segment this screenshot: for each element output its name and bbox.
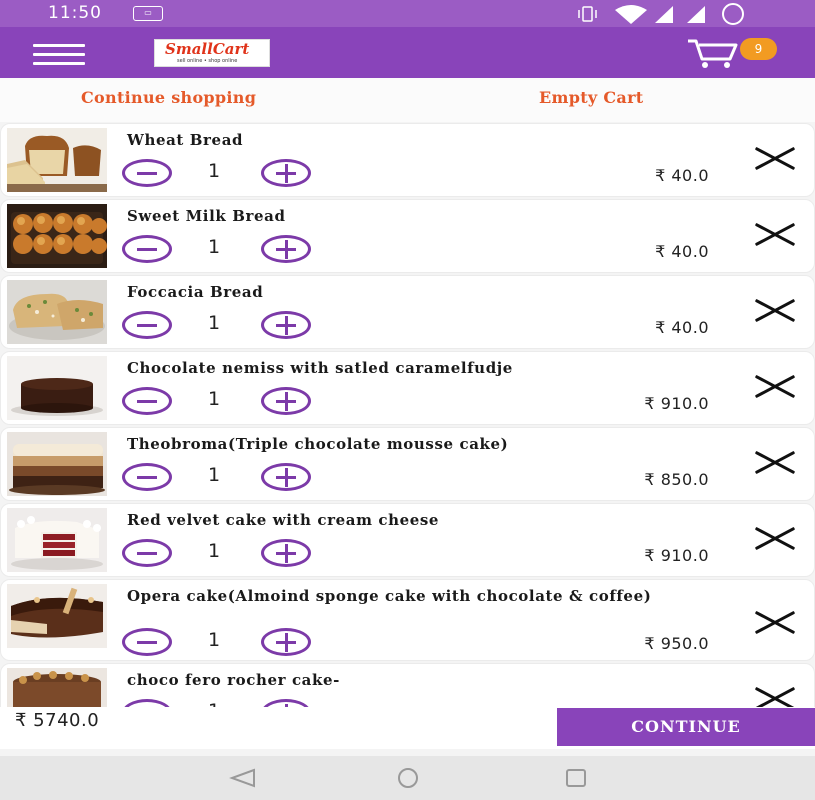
cart-item: Wheat Bread 1 ₹ 40.0 [0, 123, 815, 197]
item-qty: 1 [207, 312, 221, 334]
status-icons [578, 3, 744, 25]
increase-qty-button[interactable] [261, 539, 311, 567]
remove-item-button[interactable] [753, 374, 797, 398]
decrease-qty-button[interactable] [122, 387, 172, 415]
decrease-qty-button[interactable] [122, 628, 172, 656]
cart-count-badge: 9 [740, 38, 777, 60]
product-image-opera-cake [7, 584, 107, 648]
vibrate-icon [578, 6, 597, 22]
item-name: Opera cake(Almoind sponge cake with choc… [127, 587, 652, 605]
cart-icon[interactable] [686, 37, 746, 69]
increase-qty-button[interactable] [261, 699, 311, 707]
product-image-mousse-cake [7, 432, 107, 496]
cart-item: Foccacia Bread 1 ₹ 40.0 [0, 275, 815, 349]
item-name: Foccacia Bread [127, 283, 264, 301]
item-qty: 1 [207, 160, 221, 182]
decrease-qty-button[interactable] [122, 311, 172, 339]
app-logo: SmallCart sell online • shop online [154, 39, 270, 67]
item-qty: 1 [207, 464, 221, 486]
status-time: 11:50 [48, 3, 102, 23]
product-image-chocolate-cake [7, 356, 107, 420]
remove-item-button[interactable] [753, 298, 797, 322]
decrease-qty-button[interactable] [122, 463, 172, 491]
item-name: Wheat Bread [127, 131, 244, 149]
recents-icon[interactable] [556, 766, 596, 790]
cart-item: Sweet Milk Bread 1 ₹ 40.0 [0, 199, 815, 273]
cart-item: choco fero rocher cake- 1 [0, 663, 815, 707]
item-price: ₹ 40.0 [655, 166, 709, 185]
cart-item: Red velvet cake with cream cheese 1 ₹ 91… [0, 503, 815, 577]
decrease-qty-button[interactable] [122, 539, 172, 567]
signal-icon-2 [687, 6, 705, 23]
menu-icon[interactable] [33, 41, 87, 67]
decrease-qty-button[interactable] [122, 235, 172, 263]
item-qty: 1 [207, 540, 221, 562]
wifi-icon [615, 5, 647, 24]
system-nav-bar [0, 756, 815, 800]
checkout-bar: ₹ 5740.0 CONTINUE [0, 707, 815, 749]
home-icon[interactable] [388, 766, 428, 790]
continue-button[interactable]: CONTINUE [557, 708, 815, 746]
battery-icon [722, 3, 744, 25]
cart-item: Chocolate nemiss with satled caramelfudj… [0, 351, 815, 425]
signal-icon [655, 6, 673, 23]
product-image-red-velvet [7, 508, 107, 572]
item-name: Chocolate nemiss with satled caramelfudj… [127, 359, 513, 377]
item-price: ₹ 40.0 [655, 242, 709, 261]
status-bar: 11:50 ▭ [0, 0, 815, 27]
item-name: Sweet Milk Bread [127, 207, 286, 225]
logo-tagline: sell online • shop online [177, 58, 238, 64]
increase-qty-button[interactable] [261, 159, 311, 187]
cart-item: Theobroma(Triple chocolate mousse cake) … [0, 427, 815, 501]
item-qty: 1 [207, 629, 221, 651]
notification-icon: ▭ [133, 6, 163, 21]
item-name: Red velvet cake with cream cheese [127, 511, 440, 529]
continue-shopping-link[interactable]: Continue shopping [81, 88, 256, 107]
increase-qty-button[interactable] [261, 235, 311, 263]
increase-qty-button[interactable] [261, 628, 311, 656]
remove-item-button[interactable] [753, 146, 797, 170]
back-icon[interactable] [224, 766, 264, 790]
product-image-milk-bread [7, 204, 107, 268]
app-bar: SmallCart sell online • shop online 9 [0, 27, 815, 78]
remove-item-button[interactable] [753, 526, 797, 550]
item-qty: 1 [199, 700, 229, 707]
item-price: ₹ 910.0 [644, 394, 709, 413]
logo-text: SmallCart [165, 40, 250, 58]
cart-actions: Continue shopping Empty Cart [0, 78, 815, 122]
remove-item-button[interactable] [753, 450, 797, 474]
item-price: ₹ 40.0 [655, 318, 709, 337]
item-price: ₹ 850.0 [644, 470, 709, 489]
product-image-wheat-bread [7, 128, 107, 192]
item-name: Theobroma(Triple chocolate mousse cake) [127, 435, 509, 453]
remove-item-button[interactable] [753, 686, 797, 707]
remove-item-button[interactable] [753, 610, 797, 634]
product-image-foccacia [7, 280, 107, 344]
cart-total: ₹ 5740.0 [15, 710, 100, 731]
decrease-qty-button[interactable] [122, 699, 172, 707]
item-name: choco fero rocher cake- [127, 671, 340, 689]
increase-qty-button[interactable] [261, 387, 311, 415]
increase-qty-button[interactable] [261, 463, 311, 491]
product-image-rocher-cake [7, 668, 107, 707]
remove-item-button[interactable] [753, 222, 797, 246]
cart-item: Opera cake(Almoind sponge cake with choc… [0, 579, 815, 661]
increase-qty-button[interactable] [261, 311, 311, 339]
item-qty: 1 [207, 388, 221, 410]
item-qty: 1 [207, 236, 221, 258]
item-price: ₹ 950.0 [644, 634, 709, 653]
decrease-qty-button[interactable] [122, 159, 172, 187]
item-price: ₹ 910.0 [644, 546, 709, 565]
empty-cart-link[interactable]: Empty Cart [539, 88, 644, 107]
cart-list[interactable]: Wheat Bread 1 ₹ 40.0 Sweet Milk Bread 1 … [0, 123, 815, 707]
